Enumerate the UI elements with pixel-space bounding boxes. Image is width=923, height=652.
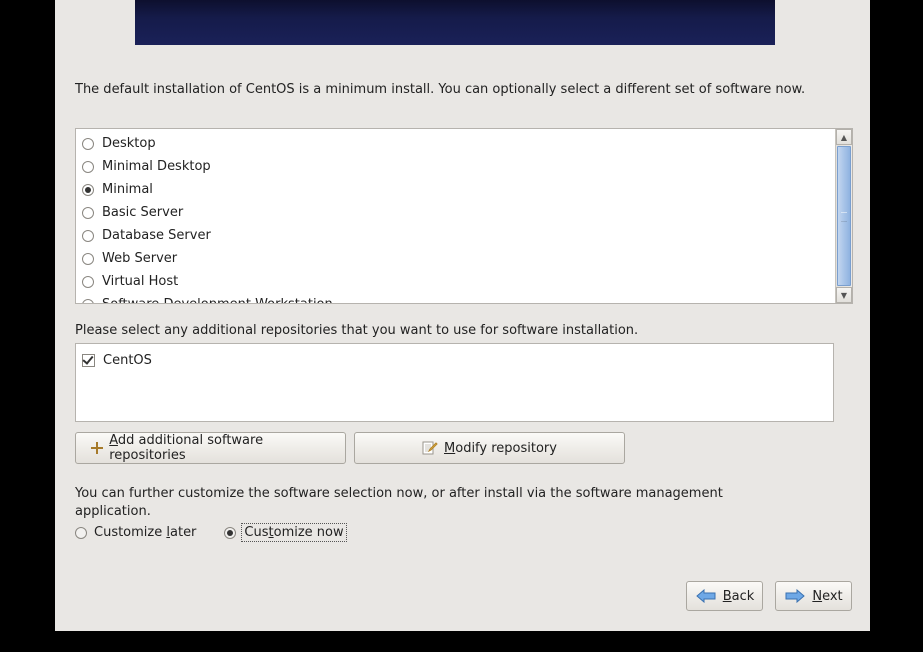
install-type-label: Database Server [102,228,211,243]
nav-button-row: Back Next [686,581,852,611]
radio-icon [75,527,87,539]
radio-icon [82,207,94,219]
back-label: Back [723,589,755,604]
customize-later-radio[interactable]: Customize later [75,525,196,540]
repo-label: CentOS [103,353,152,368]
repo-option[interactable]: CentOS [82,350,827,370]
modify-repo-label: Modify repository [444,441,557,456]
repo-button-row: Add additional software repositories Mod… [75,432,625,464]
install-type-option[interactable]: Web Server [76,247,835,270]
checkbox-icon [82,354,95,367]
scroll-down-button[interactable]: ▼ [836,287,852,303]
install-type-label: Desktop [102,136,156,151]
install-type-label: Minimal Desktop [102,159,211,174]
install-type-listbox: Desktop Minimal Desktop Minimal Basic Serve… [75,128,853,304]
radio-icon [82,276,94,288]
edit-icon [422,440,438,456]
install-type-label: Minimal [102,182,153,197]
install-type-label: Virtual Host [102,274,178,289]
radio-icon [82,138,94,150]
customize-text: You can further customize the software s… [75,485,775,520]
add-repo-label: Add additional software repositories [109,433,331,463]
install-type-option[interactable]: Desktop [76,132,835,155]
modify-repo-button[interactable]: Modify repository [354,432,625,464]
repo-listbox[interactable]: CentOS [75,343,834,422]
install-type-option[interactable]: Database Server [76,224,835,247]
install-type-option[interactable]: Virtual Host [76,270,835,293]
install-type-label: Web Server [102,251,177,266]
install-type-option[interactable]: Software Development Workstation [76,293,835,303]
next-button[interactable]: Next [775,581,852,611]
customize-now-label: Customize now [243,525,344,540]
scroll-up-button[interactable]: ▲ [836,129,852,145]
radio-icon [224,527,236,539]
plus-icon [90,441,103,455]
install-type-label: Basic Server [102,205,183,220]
radio-icon [82,161,94,173]
radio-icon [82,230,94,242]
customize-radio-group: Customize later Customize now [75,525,345,540]
header-banner [135,0,775,45]
repos-prompt: Please select any additional repositorie… [75,323,638,338]
scrollbar[interactable]: ▲ ▼ [835,129,852,303]
add-repo-button[interactable]: Add additional software repositories [75,432,346,464]
customize-now-radio[interactable]: Customize now [224,525,344,540]
intro-text: The default installation of CentOS is a … [75,81,845,99]
install-type-list[interactable]: Desktop Minimal Desktop Minimal Basic Serve… [76,129,835,303]
scroll-thumb[interactable] [837,146,851,286]
back-button[interactable]: Back [686,581,763,611]
arrow-right-icon [784,589,806,603]
customize-later-label: Customize later [94,525,196,540]
installer-window: The default installation of CentOS is a … [55,0,870,631]
install-type-option[interactable]: Basic Server [76,201,835,224]
install-type-option[interactable]: Minimal [76,178,835,201]
radio-icon [82,184,94,196]
install-type-label: Software Development Workstation [102,297,333,303]
radio-icon [82,253,94,265]
arrow-left-icon [695,589,717,603]
install-type-option[interactable]: Minimal Desktop [76,155,835,178]
next-label: Next [812,589,842,604]
radio-icon [82,299,94,304]
